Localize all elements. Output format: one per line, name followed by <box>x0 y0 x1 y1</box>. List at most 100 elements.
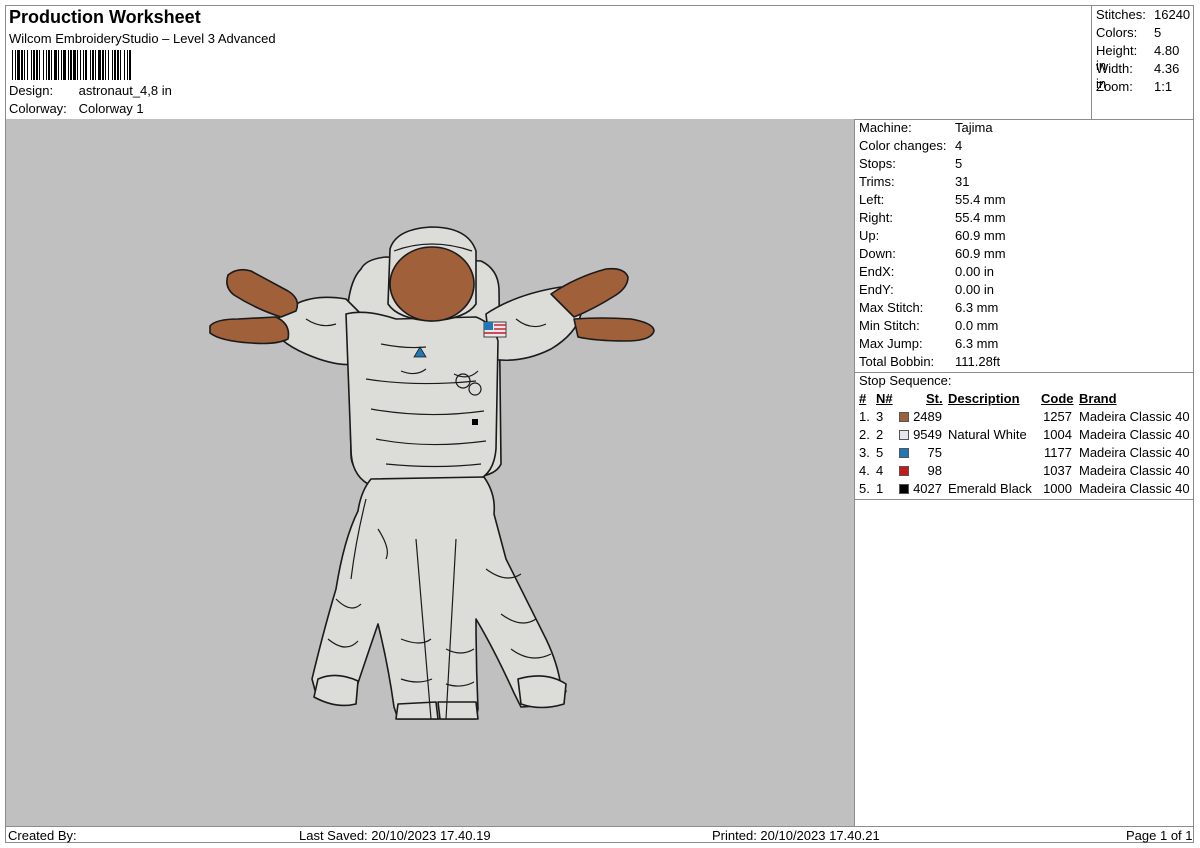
info-label: EndY: <box>859 282 894 297</box>
row-code: 1177 <box>1044 445 1072 460</box>
divider <box>855 499 1193 500</box>
table-row[interactable]: 3. 5 75 1177 Madeira Classic 40 <box>855 445 1193 463</box>
last-saved: Last Saved: 20/10/2023 17.40.19 <box>299 828 491 843</box>
design-preview-canvas[interactable] <box>6 119 855 826</box>
col-header-code: Code <box>1041 391 1074 406</box>
info-value: 5 <box>955 156 963 171</box>
color-swatch <box>899 412 909 422</box>
info-row-right: Right: 55.4 mm <box>859 210 1006 225</box>
row-num: 3. <box>859 445 870 460</box>
summary-label: Width: <box>1096 61 1133 76</box>
summary-colors: Colors: 5 <box>1096 25 1161 40</box>
stop-sequence-table: # N# St. Description Code Brand 1. 3 248… <box>855 391 1193 501</box>
info-label: Machine: <box>859 120 912 135</box>
design-summary: Stitches: 16240 Colors: 5 Height: 4.80 in W… <box>1092 6 1193 119</box>
table-row[interactable]: 4. 4 98 1037 Madeira Classic 40 <box>855 463 1193 481</box>
info-label: Stops: <box>859 156 896 171</box>
info-value: Tajima <box>955 120 993 135</box>
flag-patch-icon <box>483 321 507 338</box>
info-row-endx: EndX: 0.00 in <box>859 264 994 279</box>
design-row: Design: astronaut_4,8 in <box>9 83 172 98</box>
info-label: Left: <box>859 192 885 207</box>
colorway-row: Colorway: Colorway 1 <box>9 101 144 116</box>
info-row-machine: Machine: Tajima <box>859 120 993 135</box>
summary-label: Colors: <box>1096 25 1138 40</box>
row-code: 1257 <box>1043 409 1072 424</box>
info-row-trims: Trims: 31 <box>859 174 969 189</box>
table-row[interactable]: 5. 1 4027 Emerald Black 1000 Madeira Cla… <box>855 481 1193 499</box>
info-row-endy: EndY: 0.00 in <box>859 282 994 297</box>
info-value: 60.9 mm <box>955 228 1006 243</box>
info-label: Up: <box>859 228 880 243</box>
info-row-up: Up: 60.9 mm <box>859 228 1006 243</box>
info-row-stops: Stops: 5 <box>859 156 962 171</box>
info-label: Color changes: <box>859 138 947 153</box>
table-row[interactable]: 1. 3 2489 1257 Madeira Classic 40 <box>855 409 1193 427</box>
info-label: Max Stitch: <box>859 300 924 315</box>
summary-value: 16240 <box>1154 7 1191 22</box>
row-needle: 3 <box>876 409 884 424</box>
worksheet-footer: Created By: Last Saved: 20/10/2023 17.40… <box>6 826 1193 843</box>
row-num: 4. <box>859 463 870 478</box>
info-label: Total Bobbin: <box>859 354 935 369</box>
col-header-description: Description <box>948 391 1020 406</box>
info-label: Min Stitch: <box>859 318 920 333</box>
info-row-color-changes: Color changes: 4 <box>859 138 962 153</box>
info-label: Trims: <box>859 174 895 189</box>
printed-date: Printed: 20/10/2023 17.40.21 <box>712 828 880 843</box>
info-value: 55.4 mm <box>955 210 1006 225</box>
summary-value: 1:1 <box>1154 79 1173 94</box>
row-code: 1037 <box>1043 463 1072 478</box>
info-row-left: Left: 55.4 mm <box>859 192 1006 207</box>
row-brand: Madeira Classic 40 <box>1079 481 1190 496</box>
info-row-down: Down: 60.9 mm <box>859 246 1006 261</box>
info-label: Down: <box>859 246 896 261</box>
barcode <box>12 50 131 80</box>
info-row-total-bobbin: Total Bobbin: 111.28ft <box>859 354 1000 369</box>
info-value: 0.00 in <box>955 282 995 297</box>
row-needle: 4 <box>876 463 884 478</box>
row-stitches: 98 <box>927 463 942 478</box>
row-needle: 1 <box>876 481 884 496</box>
col-header-brand: Brand <box>1079 391 1117 406</box>
row-brand: Madeira Classic 40 <box>1079 445 1190 460</box>
row-num: 5. <box>859 481 870 496</box>
info-value: 31 <box>955 174 970 189</box>
row-stitches: 75 <box>927 445 942 460</box>
info-value: 4 <box>955 138 963 153</box>
color-swatch <box>899 466 909 476</box>
summary-zoom: Zoom: 1:1 <box>1096 79 1172 94</box>
info-value: 0.00 in <box>955 264 995 279</box>
col-header-stitches: St. <box>926 391 943 406</box>
info-value: 111.28ft <box>955 354 1001 369</box>
summary-label: Stitches: <box>1096 7 1146 22</box>
row-needle: 5 <box>876 445 884 460</box>
info-row-max-jump: Max Jump: 6.3 mm <box>859 336 998 351</box>
colorway-value: Colorway 1 <box>78 101 144 116</box>
software-subtitle: Wilcom EmbroideryStudio – Level 3 Advanc… <box>9 31 276 46</box>
info-value: 6.3 mm <box>955 336 999 351</box>
design-label: Design: <box>9 83 54 98</box>
row-stitches: 9549 <box>913 427 942 442</box>
summary-label: Height: <box>1096 43 1138 58</box>
machine-info-panel: Machine: Tajima Color changes: 4 Stops: 5 T… <box>855 119 1193 826</box>
row-code: 1000 <box>1043 481 1072 496</box>
table-row[interactable]: 2. 2 9549 Natural White 1004 Madeira Cla… <box>855 427 1193 445</box>
col-header-needle: N# <box>876 391 893 406</box>
color-swatch <box>899 430 909 440</box>
astronaut-embroidery-design <box>209 226 655 720</box>
row-needle: 2 <box>876 427 884 442</box>
created-by: Created By: <box>8 828 77 843</box>
row-description: Natural White <box>948 427 1027 442</box>
info-label: EndX: <box>859 264 895 279</box>
color-swatch <box>899 448 909 458</box>
info-value: 55.4 mm <box>955 192 1006 207</box>
info-row-min-stitch: Min Stitch: 0.0 mm <box>859 318 998 333</box>
row-num: 2. <box>859 427 870 442</box>
row-brand: Madeira Classic 40 <box>1079 409 1190 424</box>
worksheet-frame: Production Worksheet Wilcom EmbroiderySt… <box>5 5 1194 843</box>
worksheet-header: Production Worksheet Wilcom EmbroiderySt… <box>6 6 1092 119</box>
info-label: Max Jump: <box>859 336 923 351</box>
summary-label: Zoom: <box>1096 79 1133 94</box>
summary-value: 5 <box>1154 25 1162 40</box>
